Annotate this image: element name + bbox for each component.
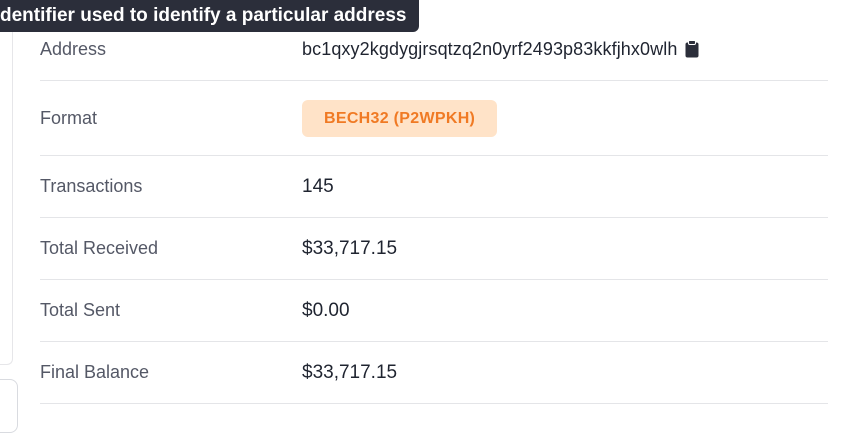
left-panel-edge [0, 30, 13, 365]
detail-row-total-sent: Total Sent $0.00 [40, 280, 828, 342]
format-label: Format [40, 107, 98, 128]
total-sent-label: Total Sent [40, 300, 121, 320]
detail-row-final-balance: Final Balance $33,717.15 [40, 342, 828, 404]
address-details-table: Address bc1qxy2kgdygjrsqtzq2n0yrf2493p83… [40, 18, 828, 404]
total-received-value: $33,717.15 [302, 237, 398, 259]
detail-row-format: Format BECH32 (P2WPKH) [40, 81, 828, 156]
total-received-label: Total Received [40, 238, 159, 258]
detail-row-total-received: Total Received $33,717.15 [40, 218, 828, 280]
format-value-container: BECH32 (P2WPKH) [302, 99, 498, 137]
clipboard-icon[interactable] [685, 40, 699, 58]
address-details-page: dentifier used to identify a particular … [0, 0, 850, 440]
final-balance-value: $33,717.15 [302, 361, 398, 383]
address-value[interactable]: bc1qxy2kgdygjrsqtzq2n0yrf2493p83kkfjhx0w… [302, 39, 677, 60]
detail-row-address: Address bc1qxy2kgdygjrsqtzq2n0yrf2493p83… [40, 18, 828, 81]
address-label: Address [40, 38, 107, 59]
format-badge: BECH32 (P2WPKH) [302, 99, 498, 137]
transactions-value: 145 [302, 175, 334, 197]
address-value-container: bc1qxy2kgdygjrsqtzq2n0yrf2493p83kkfjhx0w… [302, 39, 699, 60]
final-balance-label: Final Balance [40, 362, 150, 382]
total-sent-value: $0.00 [302, 299, 350, 321]
left-input-edge[interactable] [0, 379, 18, 433]
detail-row-transactions: Transactions 145 [40, 156, 828, 218]
transactions-label: Transactions [40, 176, 143, 196]
